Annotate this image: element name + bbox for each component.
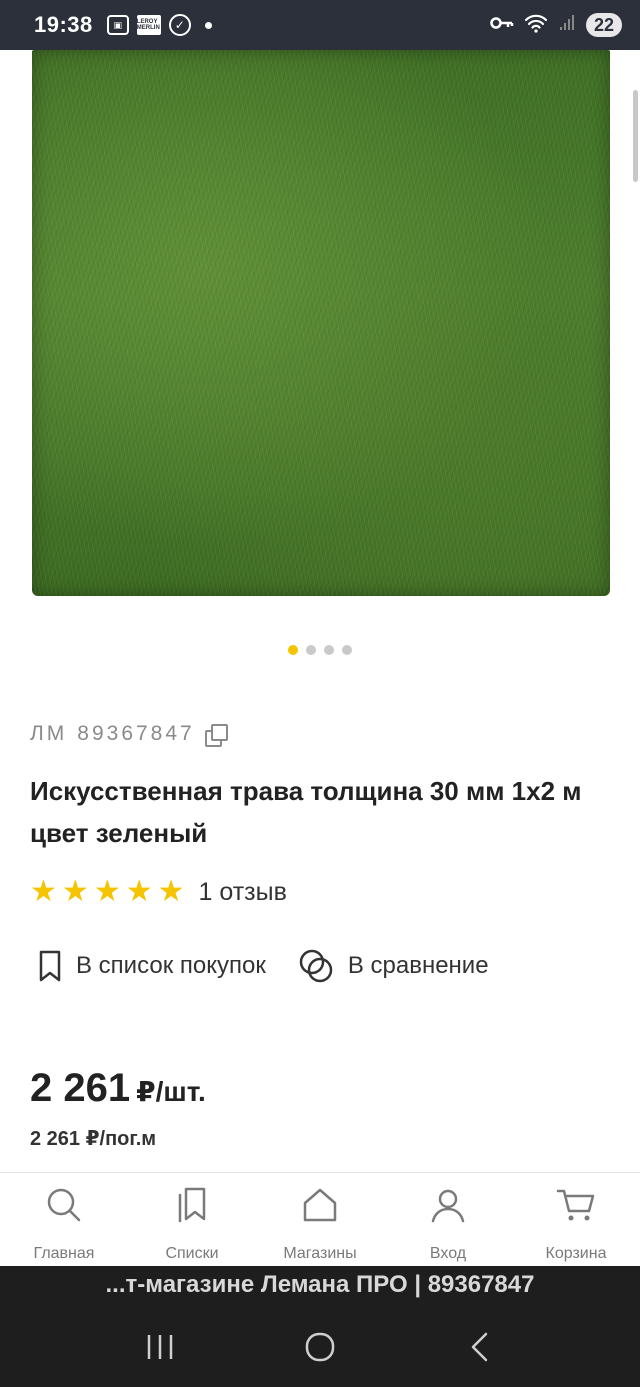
- nav-label-home: Главная: [33, 1245, 95, 1262]
- star-icon: ★: [30, 875, 57, 908]
- artificial-grass-image[interactable]: [32, 50, 610, 596]
- nav-label-cart: Корзина: [545, 1245, 607, 1262]
- star-icon: ★: [61, 875, 89, 908]
- product-gallery[interactable]: [0, 50, 640, 670]
- add-to-shopping-list-button[interactable]: В список покупок: [38, 950, 266, 982]
- status-notification-icons: ▣ LEROY MERLIN ✓: [106, 14, 212, 36]
- bookmarks-icon: [172, 1185, 212, 1225]
- nav-label-login: Вход: [429, 1245, 467, 1262]
- screenshot-icon: ▣: [106, 15, 129, 35]
- wifi-icon: [524, 13, 548, 38]
- copy-icon[interactable]: [204, 724, 228, 747]
- price-value: 2 261: [30, 1066, 131, 1110]
- user-icon: [428, 1185, 468, 1225]
- nav-item-home[interactable]: Главная: [0, 1173, 128, 1266]
- check-circle-icon: ✓: [168, 14, 191, 36]
- signal-icon: [558, 14, 576, 37]
- bookmark-icon: [38, 950, 62, 982]
- article-prefix: ЛМ: [30, 722, 68, 745]
- price-unit: ₽/шт.: [136, 1076, 206, 1107]
- gallery-pagination: [0, 645, 640, 655]
- price-block: 2 261 ₽/шт.: [30, 1066, 206, 1111]
- nav-label-stores: Магазины: [283, 1245, 357, 1262]
- star-icon: ★: [157, 875, 185, 908]
- battery-level: 22: [593, 14, 614, 35]
- system-navigation-bar: [0, 1306, 640, 1387]
- star-icon: ★: [93, 875, 121, 908]
- notification-dot-icon: [204, 21, 212, 29]
- nav-item-lists[interactable]: Списки: [128, 1173, 256, 1266]
- gallery-dot[interactable]: [342, 645, 352, 655]
- search-icon: [44, 1185, 84, 1225]
- lm-app-icon: LEROY MERLIN: [136, 15, 161, 35]
- bottom-navigation: Главная Списки Магазины Вход Корзина: [0, 1172, 640, 1266]
- star-icon: ★: [125, 875, 153, 908]
- gallery-dot[interactable]: [324, 645, 334, 655]
- product-actions: В список покупок В сравнение: [38, 948, 489, 984]
- shopping-list-label: В список покупок: [76, 952, 266, 979]
- cart-icon: [556, 1185, 596, 1225]
- product-title: Искусственная трава толщина 30 мм 1х2 м …: [30, 776, 582, 848]
- article-number: 89367847: [77, 722, 195, 745]
- nav-label-lists: Списки: [165, 1245, 219, 1262]
- back-button[interactable]: [450, 1317, 510, 1377]
- recent-apps-button[interactable]: [130, 1317, 190, 1377]
- reviews-link[interactable]: 1 отзыв: [199, 878, 287, 907]
- product-rating[interactable]: ★ ★ ★ ★ ★ 1 отзыв: [30, 876, 287, 908]
- page-scrollbar[interactable]: [633, 90, 638, 182]
- status-time: 19:38: [34, 12, 93, 37]
- gallery-dot[interactable]: [306, 645, 316, 655]
- store-icon: [300, 1185, 340, 1225]
- home-button[interactable]: [290, 1317, 350, 1377]
- nav-item-login[interactable]: Вход: [384, 1173, 512, 1266]
- status-bar: 19:38 ▣ LEROY MERLIN ✓ 22: [0, 0, 640, 50]
- nav-item-cart[interactable]: Корзина: [512, 1173, 640, 1266]
- add-to-compare-button[interactable]: В сравнение: [298, 948, 489, 984]
- gallery-dot-active[interactable]: [288, 645, 298, 655]
- screen: 19:38 ▣ LEROY MERLIN ✓ 22 ЛМ 89367847 Ис…: [0, 0, 640, 1387]
- battery-indicator: 22: [585, 13, 622, 37]
- product-article: ЛМ 89367847: [30, 722, 228, 747]
- price-per-meter: 2 261 ₽/пог.м: [30, 1128, 157, 1150]
- rating-stars: ★ ★ ★ ★ ★: [30, 876, 185, 908]
- page-title-banner: ...т-магазине Лемана ПРО | 89367847: [0, 1266, 640, 1306]
- compare-icon: [298, 948, 334, 984]
- nav-item-stores[interactable]: Магазины: [256, 1173, 384, 1266]
- key-icon: [490, 16, 514, 35]
- compare-label: В сравнение: [347, 952, 489, 979]
- status-right-icons: 22: [490, 13, 622, 38]
